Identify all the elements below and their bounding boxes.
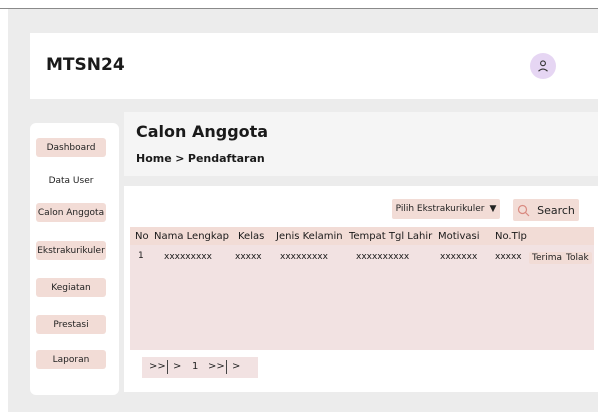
pagination-prev[interactable]: > bbox=[173, 361, 181, 372]
pagination-first[interactable]: >> bbox=[149, 361, 166, 372]
sidebar-item-ekstrakurikuler[interactable]: Ekstrakurikuler bbox=[36, 241, 106, 260]
column-header-motivasi: Motivasi bbox=[438, 231, 480, 242]
column-header-jenis-kelamin: Jenis Kelamin bbox=[276, 231, 343, 242]
table-header: No Nama Lengkap Kelas Jenis Kelamin Temp… bbox=[130, 227, 594, 245]
sidebar: Dashboard Data User Calon Anggota Ekstra… bbox=[30, 123, 119, 395]
pagination-last[interactable]: > bbox=[232, 361, 240, 372]
breadcrumb-separator: > bbox=[175, 152, 185, 165]
column-header-tempat-tgl-lahir: Tempat Tgl Lahir bbox=[349, 231, 433, 242]
page-header: Calon Anggota Home > Pendaftaran bbox=[124, 112, 598, 176]
breadcrumb-current: Pendaftaran bbox=[187, 152, 265, 165]
sidebar-item-prestasi[interactable]: Prestasi bbox=[36, 315, 106, 334]
reject-button[interactable]: Tolak bbox=[563, 252, 592, 264]
search-icon bbox=[517, 204, 530, 216]
main-content: Pilih Ekstrakurikuler ▼ Search No Nama L… bbox=[124, 186, 598, 392]
search-label: Search bbox=[537, 203, 575, 217]
pagination-next[interactable]: >> bbox=[208, 361, 225, 372]
pagination: >> > 1 >> > bbox=[142, 357, 258, 378]
pagination-divider bbox=[167, 360, 168, 374]
column-header-no-tlp: No.Tlp bbox=[495, 231, 527, 242]
table-cell: xxxxx bbox=[235, 252, 262, 262]
accept-button[interactable]: Terima bbox=[529, 252, 565, 264]
pagination-divider bbox=[226, 360, 227, 374]
user-avatar[interactable] bbox=[530, 53, 556, 79]
table-cell: xxxxxxxxx bbox=[164, 252, 212, 262]
user-icon bbox=[538, 60, 548, 72]
pagination-page[interactable]: 1 bbox=[192, 361, 198, 372]
registrant-table: No Nama Lengkap Kelas Jenis Kelamin Temp… bbox=[130, 227, 594, 350]
search-button[interactable]: Search bbox=[513, 199, 579, 221]
breadcrumb-home[interactable]: Home bbox=[136, 152, 172, 165]
sidebar-item-dashboard[interactable]: Dashboard bbox=[36, 138, 106, 157]
column-header-nama-lengkap: Nama Lengkap bbox=[154, 231, 229, 242]
filter-ekstrakurikuler-dropdown[interactable]: Pilih Ekstrakurikuler ▼ bbox=[392, 199, 500, 219]
app-logo-text: MTSN24 bbox=[46, 55, 125, 75]
filter-label: Pilih Ekstrakurikuler bbox=[395, 204, 485, 214]
sidebar-item-laporan[interactable]: Laporan bbox=[36, 350, 106, 369]
table-cell: 1 bbox=[138, 251, 144, 261]
chevron-down-icon: ▼ bbox=[489, 204, 497, 214]
column-header-kelas: Kelas bbox=[238, 231, 265, 242]
table-cell: xxxxx bbox=[495, 252, 522, 262]
column-header-no: No bbox=[135, 231, 149, 242]
sidebar-item-kegiatan[interactable]: Kegiatan bbox=[36, 278, 106, 297]
table-cell: xxxxxxx bbox=[440, 252, 478, 262]
breadcrumb: Home > Pendaftaran bbox=[136, 152, 265, 165]
app-header: MTSN24 bbox=[30, 33, 598, 99]
sidebar-item-data-user[interactable]: Data User bbox=[36, 171, 106, 190]
page-title: Calon Anggota bbox=[136, 122, 269, 141]
table-cell: xxxxxxxxxx bbox=[356, 252, 410, 262]
table-cell: xxxxxxxxx bbox=[280, 252, 328, 262]
sidebar-item-calon-anggota[interactable]: Calon Anggota bbox=[36, 203, 106, 222]
